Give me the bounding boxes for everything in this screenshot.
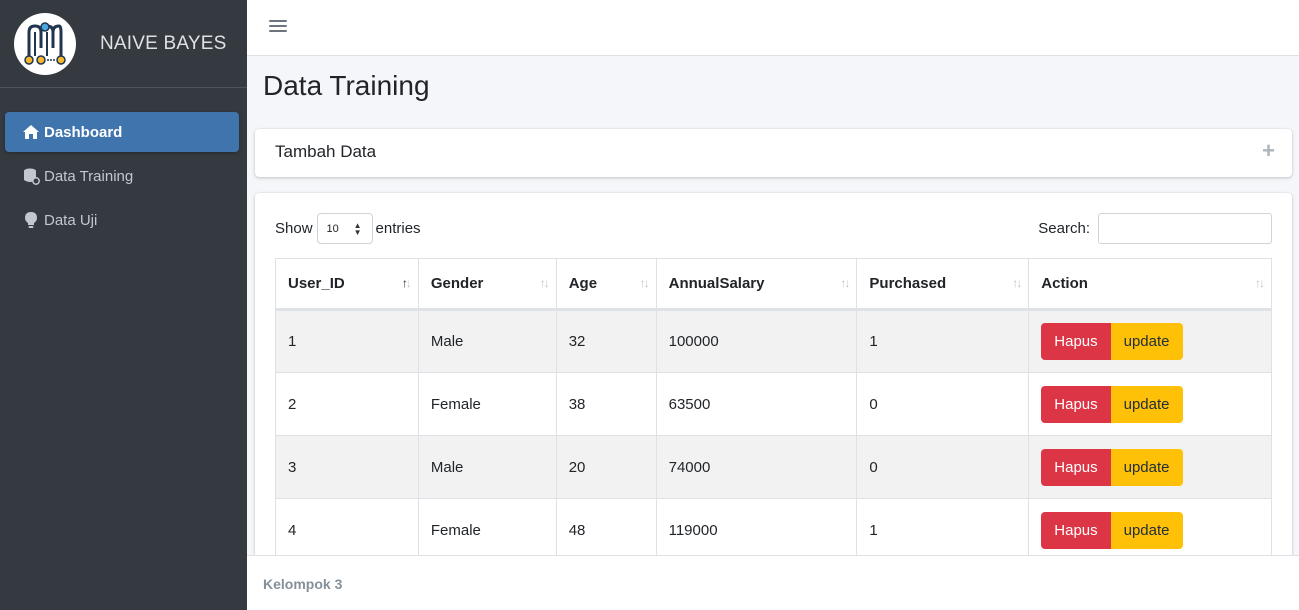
entries-length-control: Show 10 ▲ ▼ entries [275, 213, 421, 244]
sort-icon: ↑↓ [539, 276, 550, 290]
data-table-card: Show 10 ▲ ▼ entries Search: User_ID ↑↓ Gen… [255, 193, 1292, 593]
cell-user-id: 1 [275, 309, 419, 373]
column-header-annual-salary[interactable]: AnnualSalary ↑↓ [655, 258, 858, 311]
brand[interactable]: NAIVE BAYES [0, 0, 247, 88]
cell-gender: Female [417, 498, 557, 562]
sort-icon: ↑↓ [1012, 276, 1022, 290]
cell-purchased: 0 [856, 372, 1030, 436]
cell-age: 32 [555, 309, 657, 373]
update-button[interactable]: update [1110, 448, 1183, 486]
cell-purchased: 1 [856, 309, 1030, 373]
cell-user-id: 4 [275, 498, 419, 562]
cell-gender: Female [417, 372, 557, 436]
sidebar-nav: Dashboard Data Training Data Uji [0, 88, 247, 240]
select-caret-icon: ▲ ▼ [353, 221, 362, 237]
column-header-gender[interactable]: Gender ↑↓ [417, 258, 557, 311]
cell-action: Hapus update [1028, 435, 1272, 499]
entries-select[interactable]: 10 ▲ ▼ [316, 213, 373, 244]
sort-icon: ↑↓ [1255, 276, 1265, 290]
entries-label: entries [375, 220, 421, 237]
lightbulb-icon [21, 210, 41, 230]
brand-name: NAIVE BAYES [100, 32, 227, 54]
search-label: Search: [1038, 220, 1090, 237]
sidebar-item-label: Data Training [44, 167, 134, 185]
table-row: 2 Female 38 63500 0 Hapus update [275, 372, 1272, 436]
table-row: 3 Male 20 74000 0 Hapus update [275, 435, 1272, 499]
footer: Kelompok 3 [247, 555, 1299, 610]
add-data-card-title: Tambah Data [275, 142, 377, 161]
delete-button[interactable]: Hapus [1041, 323, 1111, 360]
sort-asc-icon: ↑↓ [401, 276, 412, 290]
delete-button[interactable]: Hapus [1041, 385, 1111, 423]
column-header-action[interactable]: Action ↑↓ [1028, 258, 1272, 311]
cell-age: 38 [555, 372, 657, 436]
cell-gender: Male [417, 309, 557, 373]
column-header-age[interactable]: Age ↑↓ [555, 258, 657, 311]
sidebar-item-label: Data Uji [44, 211, 98, 229]
home-icon [21, 122, 41, 142]
cell-action: Hapus update [1028, 498, 1272, 562]
sort-icon: ↑↓ [840, 276, 850, 290]
sidebar-item-data-training[interactable]: Data Training [5, 156, 239, 196]
table-header-row: User_ID ↑↓ Gender ↑↓ Age ↑↓ AnnualSalary ↑↓ … [275, 258, 1272, 311]
cell-action: Hapus update [1028, 309, 1272, 373]
cell-annual-salary: 119000 [655, 498, 858, 562]
cell-user-id: 2 [275, 372, 419, 436]
sidebar-item-dashboard[interactable]: Dashboard [5, 112, 239, 152]
column-header-purchased[interactable]: Purchased ↑↓ [856, 258, 1030, 311]
show-label: Show [275, 220, 313, 237]
update-button[interactable]: update [1110, 323, 1183, 360]
sidebar: NAIVE BAYES Dashboard Data Training Data… [0, 0, 247, 610]
entries-select-value: 10 [326, 222, 339, 235]
cell-annual-salary: 100000 [655, 309, 858, 373]
cell-age: 48 [555, 498, 657, 562]
update-button[interactable]: update [1110, 511, 1183, 549]
sidebar-item-label: Dashboard [44, 123, 123, 141]
expand-plus-icon[interactable]: + [1262, 140, 1275, 162]
cell-user-id: 3 [275, 435, 419, 499]
delete-button[interactable]: Hapus [1041, 448, 1111, 486]
search-input[interactable] [1098, 213, 1272, 244]
table-row: 4 Female 48 119000 1 Hapus update [275, 498, 1272, 562]
database-icon [21, 166, 41, 186]
sort-icon: ↑↓ [639, 276, 650, 290]
update-button[interactable]: update [1110, 385, 1183, 423]
column-header-user-id[interactable]: User_ID ↑↓ [275, 258, 419, 311]
cell-annual-salary: 74000 [655, 435, 858, 499]
delete-button[interactable]: Hapus [1041, 511, 1111, 549]
table-search: Search: [1038, 213, 1272, 244]
sidebar-item-data-uji[interactable]: Data Uji [5, 200, 239, 240]
data-table: User_ID ↑↓ Gender ↑↓ Age ↑↓ AnnualSalary ↑↓ … [275, 258, 1272, 562]
cell-purchased: 1 [856, 498, 1030, 562]
cell-annual-salary: 63500 [655, 372, 858, 436]
table-row: 1 Male 32 100000 1 Hapus update [275, 309, 1272, 373]
brand-logo [14, 12, 76, 75]
page-title: Data Training [263, 70, 430, 101]
cell-action: Hapus update [1028, 372, 1272, 436]
cell-age: 20 [555, 435, 657, 499]
menu-toggle-icon[interactable] [269, 17, 287, 37]
top-navbar [247, 0, 1299, 56]
add-data-card: Tambah Data + [255, 129, 1292, 177]
cell-gender: Male [417, 435, 557, 499]
cell-purchased: 0 [856, 435, 1030, 499]
footer-text: Kelompok 3 [263, 576, 343, 592]
